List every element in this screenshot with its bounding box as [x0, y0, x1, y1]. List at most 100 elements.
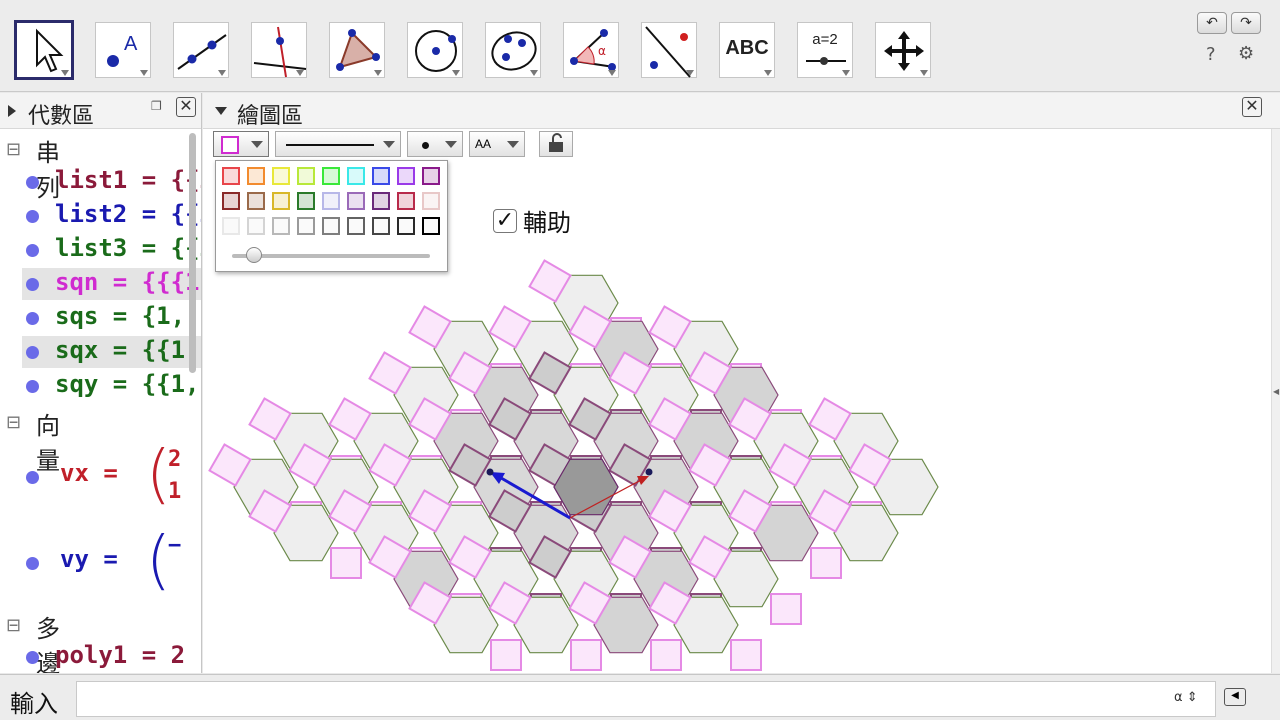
move-tool-button[interactable] — [14, 20, 74, 80]
collapse-minus-icon[interactable]: ⊟ — [6, 139, 21, 160]
text-tool-button[interactable]: ABC — [719, 22, 775, 78]
square-tile[interactable] — [810, 547, 842, 579]
color-swatch[interactable] — [345, 165, 367, 187]
color-swatch[interactable] — [295, 215, 317, 237]
algebra-scrollbar[interactable] — [189, 133, 196, 373]
polygon-tool-button[interactable] — [329, 22, 385, 78]
expand-arrow-icon[interactable]: ◀ — [1273, 387, 1279, 396]
color-swatch[interactable] — [270, 165, 292, 187]
vector-item-vy[interactable]: vy = ( − — [22, 529, 201, 599]
opacity-slider-knob[interactable] — [246, 247, 262, 263]
circle-tool-button[interactable] — [407, 22, 463, 78]
input-field[interactable] — [76, 681, 1216, 717]
visibility-dot[interactable] — [26, 557, 39, 570]
visibility-dot[interactable] — [26, 278, 39, 291]
square-tile[interactable] — [570, 639, 602, 671]
algebra-expression: sqx = {{1 — [55, 336, 186, 364]
redo-button[interactable]: ↷ — [1231, 12, 1261, 34]
square-tile[interactable] — [490, 639, 522, 671]
move-view-tool-button[interactable] — [875, 22, 931, 78]
list-item-sqy[interactable]: sqy = {{1, — [22, 370, 201, 402]
list-item-sqx[interactable]: sqx = {{1 — [22, 336, 201, 368]
algebra-expression: sqn = {{{1 — [55, 268, 200, 296]
list-item-sqs[interactable]: sqs = {1, — [22, 302, 201, 334]
tiling-shapes — [208, 259, 939, 671]
algebra-expression: list1 = {{2 — [55, 166, 202, 194]
square-tile[interactable] — [730, 639, 762, 671]
symbol-picker-button[interactable]: α ⇕ — [1174, 690, 1198, 705]
collapse-minus-icon[interactable]: ⊟ — [6, 615, 21, 636]
list-item-poly1[interactable]: poly1 = 2 — [22, 641, 201, 673]
visibility-dot[interactable] — [26, 312, 39, 325]
point-tool-button[interactable]: A — [95, 22, 151, 78]
square-tile[interactable] — [650, 639, 682, 671]
color-swatch[interactable] — [270, 215, 292, 237]
color-palette-popup — [215, 160, 448, 272]
square-tile[interactable] — [770, 593, 802, 625]
collapse-minus-icon[interactable]: ⊟ — [6, 412, 21, 433]
slider-tool-button[interactable]: a=2 — [797, 22, 853, 78]
vector-component: 1 — [168, 479, 182, 504]
reflect-tool-button[interactable] — [641, 22, 697, 78]
color-swatch[interactable] — [245, 215, 267, 237]
point[interactable] — [486, 468, 494, 476]
algebra-expression: sqy = {{1, — [55, 370, 200, 398]
visibility-dot[interactable] — [26, 471, 39, 484]
color-swatch[interactable] — [370, 215, 392, 237]
list-item-list2[interactable]: list2 = {{2 — [22, 200, 202, 232]
algebra-view: 代數區 ❐ ✕ ⊟ 串列 list1 = {{2 list2 = {{2 lis… — [0, 93, 202, 673]
point[interactable] — [645, 468, 653, 476]
vector-component: 2 — [168, 447, 182, 472]
visibility-dot[interactable] — [26, 380, 39, 393]
algebra-expression: list2 = {{2 — [55, 200, 202, 228]
color-swatch[interactable] — [245, 165, 267, 187]
list-item-list3[interactable]: list3 = {{2 — [22, 234, 202, 266]
undock-icon[interactable]: ❐ — [151, 99, 162, 113]
color-swatch[interactable] — [320, 190, 342, 212]
visibility-dot[interactable] — [26, 210, 39, 223]
color-swatch[interactable] — [320, 215, 342, 237]
vector-item-vx[interactable]: vx = ( 2 1 — [22, 443, 201, 513]
color-swatch[interactable] — [395, 165, 417, 187]
color-swatch[interactable] — [295, 165, 317, 187]
visibility-dot[interactable] — [26, 346, 39, 359]
algebra-expression: vx = — [60, 459, 118, 487]
color-swatch[interactable] — [295, 190, 317, 212]
color-swatch[interactable] — [220, 165, 242, 187]
visibility-dot[interactable] — [26, 176, 39, 189]
perpendicular-tool-button[interactable] — [251, 22, 307, 78]
visibility-dot[interactable] — [26, 651, 39, 664]
settings-gear-icon[interactable]: ⚙ — [1238, 43, 1254, 64]
list-item-sqn[interactable]: sqn = {{{1 — [22, 268, 201, 300]
algebra-header: 代數區 ❐ ✕ — [0, 93, 201, 129]
color-swatch[interactable] — [270, 190, 292, 212]
color-swatch[interactable] — [345, 190, 367, 212]
geogebra-window: A α ABC a=2 ↶ ↷ ? ⚙ 代數區 ❐ ✕ ⊟ 串列 list1 =… — [0, 0, 1280, 720]
angle-tool-button[interactable]: α — [563, 22, 619, 78]
square-tile[interactable] — [330, 547, 362, 579]
help-icon[interactable]: ? — [1206, 44, 1216, 65]
color-swatch[interactable] — [370, 165, 392, 187]
keyboard-toggle-icon[interactable]: ◀ — [1224, 688, 1246, 706]
undo-button[interactable]: ↶ — [1197, 12, 1227, 34]
color-swatch[interactable] — [420, 165, 442, 187]
algebra-expression: sqs = {1, — [55, 302, 186, 330]
line-tool-button[interactable] — [173, 22, 229, 78]
color-swatch[interactable] — [320, 165, 342, 187]
color-swatch[interactable] — [220, 190, 242, 212]
input-bar: 輸入 α ⇕ ◀ — [0, 674, 1280, 720]
color-swatch[interactable] — [395, 215, 417, 237]
algebra-expression: list3 = {{2 — [55, 234, 202, 262]
conic-tool-button[interactable] — [485, 22, 541, 78]
close-algebra-button[interactable]: ✕ — [176, 97, 196, 117]
color-swatch[interactable] — [420, 215, 442, 237]
list-item-list1[interactable]: list1 = {{2 — [22, 166, 202, 198]
collapse-triangle-icon[interactable] — [8, 105, 16, 117]
color-swatch[interactable] — [345, 215, 367, 237]
color-swatch[interactable] — [395, 190, 417, 212]
color-swatch[interactable] — [220, 215, 242, 237]
color-swatch[interactable] — [245, 190, 267, 212]
visibility-dot[interactable] — [26, 244, 39, 257]
color-swatch[interactable] — [370, 190, 392, 212]
color-swatch[interactable] — [420, 190, 442, 212]
